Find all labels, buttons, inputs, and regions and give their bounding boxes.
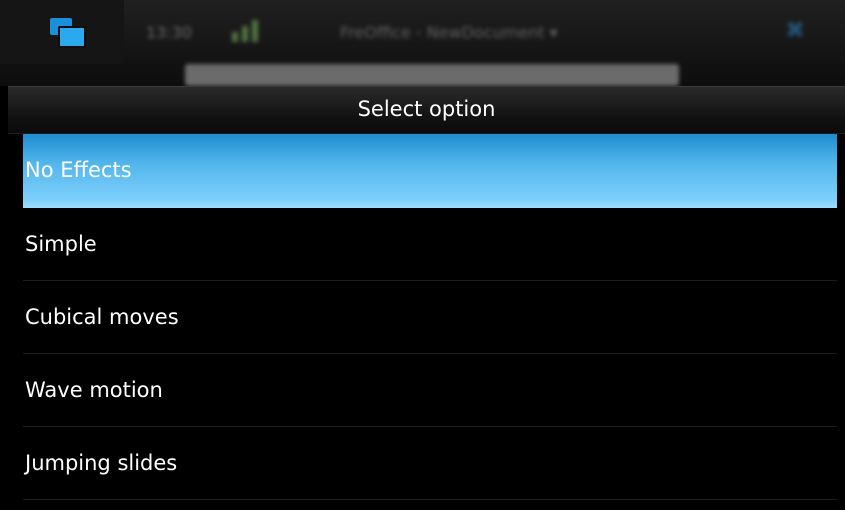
option-label: No Effects: [25, 158, 132, 182]
options-list: No Effects Simple Cubical moves Wave mot…: [23, 134, 837, 500]
option-label: Jumping slides: [25, 451, 178, 475]
option-label: Simple: [25, 232, 97, 256]
status-clock: 13:30: [146, 23, 193, 42]
option-cubical-moves[interactable]: Cubical moves: [23, 281, 837, 354]
dialog-header: Select option: [8, 86, 845, 134]
close-icon[interactable]: ✖: [785, 18, 809, 42]
signal-icon: [232, 20, 262, 42]
task-switcher-button[interactable]: [0, 0, 124, 64]
option-label: Wave motion: [25, 378, 163, 402]
status-bar: 13:30 FreOffice - NewDocument ▾ ✖: [0, 0, 845, 86]
task-switcher-icon: [50, 18, 86, 48]
option-wave-motion[interactable]: Wave motion: [23, 354, 837, 427]
background-toolbar: [185, 64, 679, 86]
select-option-dialog: Select option No Effects Simple Cubical …: [8, 86, 845, 510]
option-no-effects[interactable]: No Effects: [23, 134, 837, 208]
option-jumping-slides[interactable]: Jumping slides: [23, 427, 837, 500]
option-label: Cubical moves: [25, 305, 179, 329]
option-simple[interactable]: Simple: [23, 208, 837, 281]
dialog-title: Select option: [357, 97, 496, 121]
screen: 13:30 FreOffice - NewDocument ▾ ✖ Select…: [0, 0, 845, 510]
window-title-menu[interactable]: FreOffice - NewDocument ▾: [340, 23, 558, 42]
